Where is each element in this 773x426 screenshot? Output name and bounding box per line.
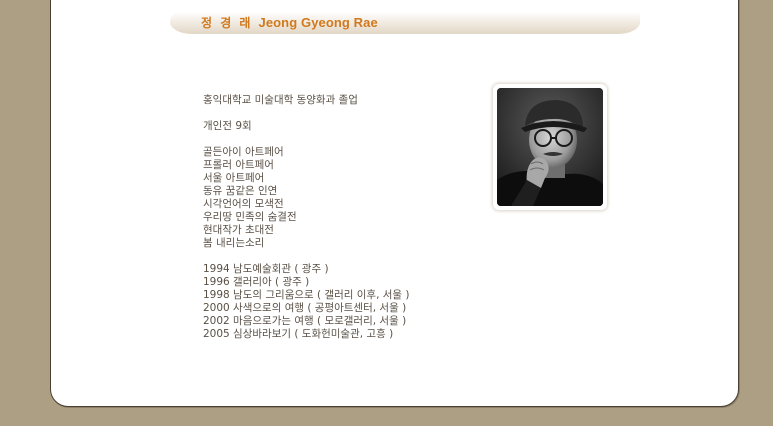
solo-show-item: 1996 갤러리아 ( 광주 ) <box>203 276 310 288</box>
solo-show-item: 2000 사색으로의 여행 ( 공평아트센터, 서울 ) <box>203 302 407 314</box>
solo-count-text: 개인전 9회 <box>203 120 252 132</box>
solo-show-item: 2005 심상바라보기 ( 도화헌미술관, 고흥 ) <box>203 328 394 340</box>
exhibition-item: 시각언어의 모색전 <box>203 198 284 210</box>
exhibition-item: 프롤러 아트페어 <box>203 159 274 171</box>
solo-show-item: 2002 마음으로가는 여행 ( 모로갤러리, 서울 ) <box>203 315 407 327</box>
exhibition-item: 현대작가 초대전 <box>203 224 274 236</box>
exhibition-item: 동유 꿈같은 인연 <box>203 185 278 197</box>
exhibition-item: 우리땅 민족의 숨결전 <box>203 211 297 223</box>
artist-portrait-image <box>497 88 603 206</box>
artist-korean-name: 정 경 래 <box>201 16 253 30</box>
exhibition-item: 서울 아트페어 <box>203 172 265 184</box>
exhibition-item: 봄 내리는소리 <box>203 237 265 249</box>
artist-photo <box>493 84 607 210</box>
exhibition-item: 골든아이 아트페어 <box>203 146 284 158</box>
artist-english-name: Jeong Gyeong Rae <box>258 15 378 30</box>
artist-profile: 홍익대학교 미술대학 동양화과 졸업 개인전 9회 골든아이 아트페어 프롤러 … <box>203 94 410 341</box>
solo-show-item: 1998 남도의 그리움으로 ( 갤러리 이후, 서울 ) <box>203 289 410 301</box>
solo-show-item: 1994 남도예술회관 ( 광주 ) <box>203 263 329 275</box>
artist-title: 정 경 래 Jeong Gyeong Rae <box>201 14 378 31</box>
education-text: 홍익대학교 미술대학 동양화과 졸업 <box>203 94 358 106</box>
